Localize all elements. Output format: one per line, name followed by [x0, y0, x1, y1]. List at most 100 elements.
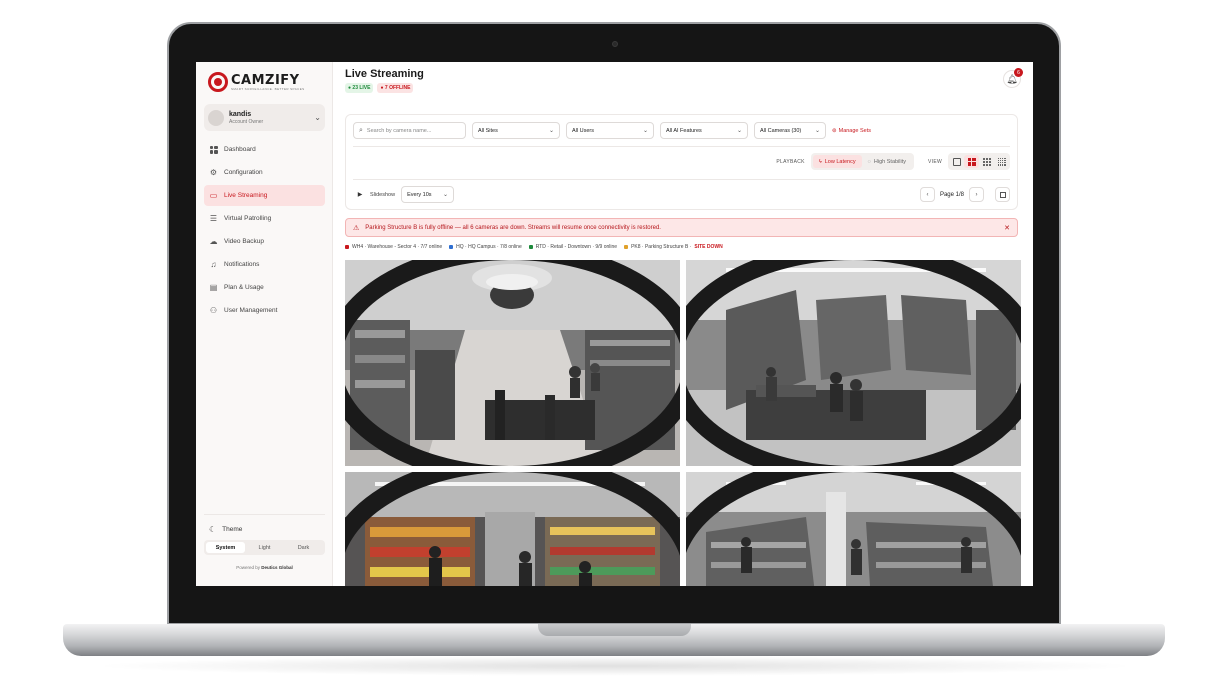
chevron-left-icon: ‹	[926, 191, 929, 198]
sidebar-item-video-backup[interactable]: ☁ Video Backup	[204, 231, 325, 252]
view-1x1-button[interactable]	[949, 155, 964, 168]
camera-feed-image	[686, 260, 1021, 466]
camera-feed-tile[interactable]	[686, 472, 1021, 586]
users-select[interactable]: All Users ⌄	[566, 122, 654, 139]
notification-count-badge: 6	[1014, 68, 1023, 77]
theme-option-light[interactable]: Light	[245, 542, 284, 553]
chevron-down-icon: ⌄	[736, 128, 742, 134]
users-select-value: All Users	[572, 127, 595, 134]
avatar	[208, 109, 224, 126]
camera-logo-icon	[208, 72, 228, 92]
site-status-legend: WH4 · Warehouse - Sector 4 · 7/7 online …	[345, 244, 723, 250]
sites-select[interactable]: All Sites ⌄	[472, 122, 560, 139]
shield-icon: ◌	[867, 158, 871, 165]
sidebar-item-virtual-patrolling[interactable]: ☰ Virtual Patrolling	[204, 208, 325, 229]
camera-feed-tile[interactable]	[345, 260, 680, 466]
view-2x2-button[interactable]	[964, 155, 979, 168]
sidebar-item-label: Live Streaming	[224, 192, 268, 199]
brand-logo[interactable]: CAMZIFY SMART SURVEILLANCE. BETTER SPACE…	[208, 72, 305, 92]
account-role: Account Owner	[229, 118, 264, 125]
gear-icon: ⚙	[209, 167, 218, 177]
offline-alert-banner: ⚠ Parking Structure B is fully offline —…	[345, 218, 1018, 237]
site-color-dot	[449, 245, 454, 249]
stream-controls-panel: ⌕ Search by camera name... All Sites ⌄ A…	[345, 114, 1018, 210]
theme-label: Theme	[222, 526, 243, 533]
page-title: Live Streaming	[345, 68, 424, 80]
site-status-text: WH4 · Warehouse - Sector 4 · 7/7 online	[352, 244, 443, 250]
sidebar-item-dashboard[interactable]: Dashboard	[204, 139, 325, 160]
view-label: VIEW	[928, 158, 942, 165]
theme-heading: ☾ Theme	[204, 525, 325, 534]
site-status-text: RTD · Retail - Downtown · 9/9 online	[535, 244, 618, 250]
sidebar-item-configuration[interactable]: ⚙ Configuration	[204, 162, 325, 183]
manage-sets-label: Manage Sets	[838, 127, 872, 134]
play-slideshow-button[interactable]: ▶	[353, 188, 367, 202]
view-4x4-button[interactable]	[994, 155, 1009, 168]
low-latency-label: Low Latency	[824, 158, 856, 165]
search-icon: ⌕	[359, 126, 363, 134]
theme-option-dark[interactable]: Dark	[284, 542, 323, 553]
sidebar-item-label: Virtual Patrolling	[224, 215, 272, 222]
powered-by-prefix: Powered by	[236, 565, 260, 570]
powered-by: Powered by Deutics Global	[204, 565, 325, 570]
site-color-dot	[528, 245, 533, 249]
view-3x3-button[interactable]	[979, 155, 994, 168]
sidebar: CAMZIFY SMART SURVEILLANCE. BETTER SPACE…	[196, 62, 333, 586]
brand-name: CAMZIFY	[231, 72, 300, 88]
fullscreen-button[interactable]	[995, 187, 1010, 202]
manage-sets-link[interactable]: ⊚ Manage Sets	[832, 128, 871, 134]
sidebar-item-label: Notifications	[224, 261, 260, 268]
grid-3x3-icon	[982, 157, 991, 166]
sidebar-item-user-management[interactable]: ⚇ User Management	[204, 300, 325, 321]
site-status-text: HQ · HQ Campus · 7/8 online	[456, 244, 522, 250]
playback-view-row: PLAYBACK ϟ Low Latency ◌ High Stability …	[776, 153, 1010, 170]
page-indicator: Page 1/8	[939, 191, 964, 198]
high-stability-label: High Stability	[873, 158, 907, 165]
sidebar-item-label: Dashboard	[224, 146, 256, 153]
fullscreen-icon	[999, 191, 1006, 198]
account-switcher[interactable]: kandis Account Owner ⌄	[204, 104, 325, 131]
laptop-mockup: CAMZIFY SMART SURVEILLANCE. BETTER SPACE…	[0, 0, 1229, 692]
view-layout-toggle	[948, 153, 1010, 170]
sidebar-item-label: Video Backup	[224, 238, 264, 245]
playback-low-latency[interactable]: ϟ Low Latency	[812, 155, 862, 168]
ai-features-select[interactable]: All AI Features ⌄	[660, 122, 748, 139]
brand-tagline: SMART SURVEILLANCE. BETTER SPACES	[231, 86, 305, 91]
settings-icon: ⊚	[832, 127, 837, 134]
grid-2x2-icon	[967, 157, 976, 166]
camera-feed-image	[686, 472, 1021, 586]
search-input[interactable]: ⌕ Search by camera name...	[353, 122, 466, 139]
sidebar-item-live-streaming[interactable]: ▭ Live Streaming	[204, 185, 325, 206]
slideshow-label: Slideshow	[370, 191, 396, 198]
camera-feed-grid	[345, 260, 1022, 586]
status-badges: ● 23 LIVE ● 7 OFFLINE	[345, 83, 414, 93]
site-color-dot	[345, 245, 349, 249]
prev-page-button[interactable]: ‹	[919, 187, 935, 202]
webcam	[612, 41, 618, 47]
next-page-button[interactable]: ›	[969, 187, 984, 202]
chevron-down-icon: ⌄	[548, 128, 554, 134]
site-status-item: WH4 · Warehouse - Sector 4 · 7/7 online	[345, 244, 442, 250]
slideshow-row: ▶ Slideshow Every 10s ⌄ ‹ Page 1/8 ›	[353, 186, 1010, 203]
cloud-icon: ☁	[209, 236, 218, 246]
divider	[353, 179, 1010, 180]
cameras-select[interactable]: All Cameras (30) ⌄	[754, 122, 826, 139]
chevron-down-icon: ⌄	[814, 128, 820, 134]
offline-count-badge: ● 7 OFFLINE	[377, 83, 414, 93]
close-icon[interactable]: ✕	[1004, 224, 1010, 232]
sidebar-item-plan-usage[interactable]: ▤ Plan & Usage	[204, 277, 325, 298]
chevron-right-icon: ›	[975, 191, 978, 198]
sidebar-item-notifications[interactable]: ♫ Notifications	[204, 254, 325, 275]
grid-4x4-icon	[997, 157, 1006, 166]
slideshow-interval-select[interactable]: Every 10s ⌄	[401, 186, 455, 203]
search-placeholder: Search by camera name...	[366, 127, 432, 134]
camera-feed-tile[interactable]	[345, 472, 680, 586]
sidebar-item-label: Configuration	[224, 169, 263, 176]
playback-high-stability[interactable]: ◌ High Stability	[862, 155, 912, 168]
camera-feed-tile[interactable]	[686, 260, 1021, 466]
theme-option-system[interactable]: System	[206, 542, 245, 553]
ai-features-select-value: All AI Features	[666, 127, 702, 134]
bell-icon: ♫	[210, 259, 217, 269]
site-status-item: RTD · Retail - Downtown · 9/9 online	[528, 244, 618, 250]
notifications-button[interactable]: 🔔︎ 6	[1003, 68, 1023, 88]
